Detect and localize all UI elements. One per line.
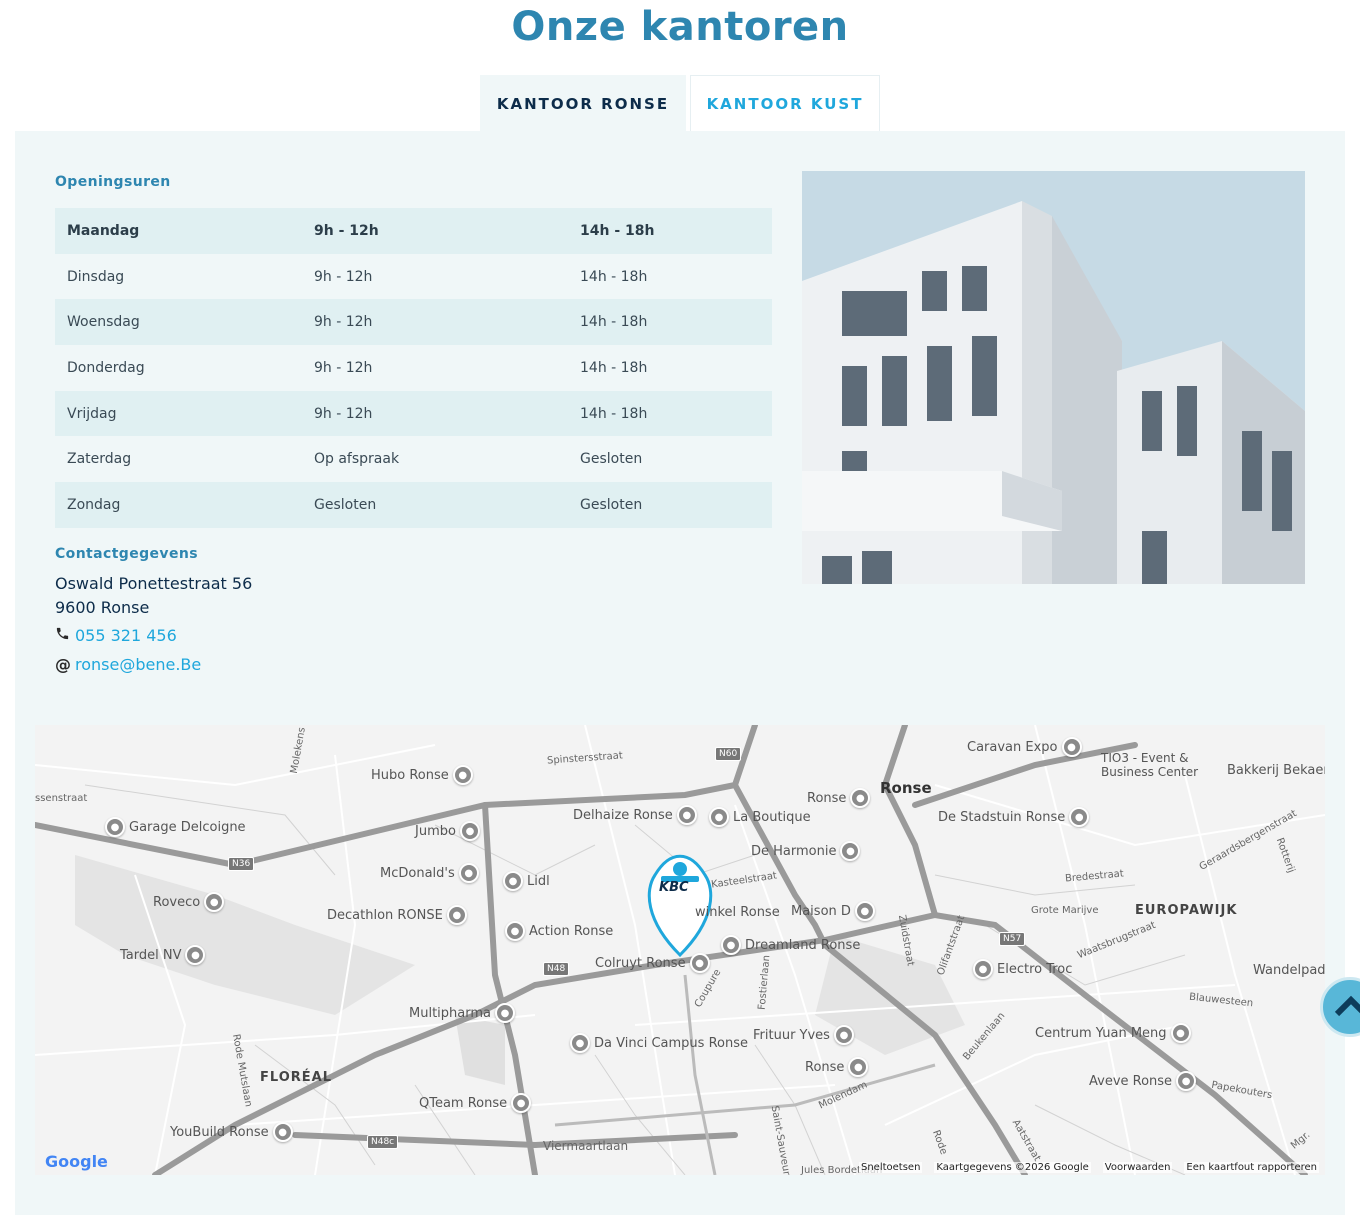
day-cell: Donderdag (67, 359, 145, 376)
email-line: @ ronse@bene.Be (55, 651, 252, 678)
map-report-error-link[interactable]: Een kaartfout rapporteren (1184, 1162, 1319, 1173)
map-poi[interactable]: Caravan Expo ● (967, 737, 1082, 757)
day-cell: Zaterdag (67, 451, 132, 468)
map-poi[interactable]: Ronse ● (805, 1057, 869, 1077)
map-poi[interactable]: Roveco ● (153, 892, 225, 912)
map-city-label: Ronse (880, 779, 932, 797)
page-title: Onze kantoren (511, 4, 849, 50)
day-cell: Vrijdag (67, 405, 117, 422)
map-poi[interactable]: ● La Boutique (709, 807, 811, 827)
address-street: Oswald Ponettestraat 56 (55, 574, 253, 593)
map-poi[interactable]: Ronse ● (807, 788, 871, 808)
afternoon-hours-cell: 14h - 18h (580, 222, 655, 239)
hours-row: Zondag Gesloten Gesloten (55, 482, 772, 528)
map-poi[interactable]: TIO3 - Event & Business Center (1101, 751, 1198, 779)
email-link[interactable]: ronse@bene.Be (75, 653, 201, 677)
chevron-up-icon (1334, 995, 1360, 1017)
hours-heading: Openingsuren (55, 174, 171, 190)
tab-kantoor-ronse[interactable]: KANTOOR RONSE (480, 75, 686, 132)
road-shield: N60 (715, 747, 742, 761)
address-city: 9600 Ronse (55, 598, 150, 617)
road-shield: N48c (367, 1135, 399, 1149)
map-poi[interactable]: YouBuild Ronse ● (170, 1122, 293, 1142)
map-poi[interactable]: ● Da Vinci Campus Ronse (570, 1033, 748, 1053)
map-poi[interactable]: ● Action Ronse (505, 921, 613, 941)
map-shortcuts-link[interactable]: Sneltoetsen (858, 1162, 923, 1173)
afternoon-hours-cell: Gesloten (580, 451, 643, 468)
contact-heading: Contactgegevens (55, 546, 198, 562)
morning-hours-cell: 9h - 12h (314, 222, 379, 239)
afternoon-hours-cell: 14h - 18h (580, 314, 648, 331)
morning-hours-cell: 9h - 12h (314, 268, 373, 285)
phone-line: 055 321 456 (55, 622, 252, 649)
hours-row: Vrijdag 9h - 12h 14h - 18h (55, 390, 772, 437)
map-data-attribution: Kaartgegevens ©2026 Google (934, 1162, 1091, 1173)
opening-hours-table: Maandag 9h - 12h 14h - 18h Dinsdag 9h - 12h 1… (55, 208, 772, 528)
afternoon-hours-cell: 14h - 18h (580, 268, 648, 285)
map-poi[interactable]: ● Garage Delcoigne (105, 817, 246, 837)
road-label: Grote Marijve (1031, 905, 1099, 916)
map-poi[interactable]: Centrum Yuan Meng ● (1035, 1023, 1191, 1043)
day-cell: Woensdag (67, 314, 140, 331)
map-poi[interactable]: Bakkerij Bekaer (1227, 763, 1325, 778)
day-cell: Zondag (67, 496, 121, 513)
map-poi[interactable]: Jumbo ● (415, 821, 480, 841)
afternoon-hours-cell: Gesloten (580, 496, 643, 513)
office-building-image (802, 171, 1305, 584)
road-label: ssenstraat (35, 793, 88, 804)
hours-row: Maandag 9h - 12h 14h - 18h (55, 208, 772, 254)
map-poi[interactable]: De Stadstuin Ronse ● (938, 807, 1090, 827)
map-area-europawijk: EUROPAWIJK (1135, 903, 1238, 918)
tab-kantoor-kust[interactable]: KANTOOR KUST (690, 75, 880, 132)
map-poi[interactable]: Delhaize Ronse ● (573, 805, 697, 825)
road-shield: N36 (228, 857, 255, 871)
map-poi[interactable]: Aveve Ronse ● (1089, 1071, 1197, 1091)
road-shield: N48 (543, 962, 570, 976)
map-poi[interactable]: Decathlon RONSE ● (327, 905, 467, 925)
phone-link[interactable]: 055 321 456 (75, 624, 177, 648)
map-poi[interactable]: McDonald's ● (380, 863, 479, 883)
afternoon-hours-cell: 14h - 18h (580, 405, 648, 422)
morning-hours-cell: 9h - 12h (314, 359, 373, 376)
google-logo: Google (45, 1152, 108, 1171)
office-map[interactable]: KBC Ronse EUROPAWIJK FLORÉAL Caravan Exp… (35, 725, 1325, 1175)
hours-row: Zaterdag Op afspraak Gesloten (55, 436, 772, 483)
contact-details: Oswald Ponettestraat 56 9600 Ronse 055 3… (55, 572, 252, 678)
office-panel: Openingsuren Maandag 9h - 12h 14h - 18h Din… (15, 131, 1345, 1215)
map-poi[interactable]: QTeam Ronse ● (419, 1093, 532, 1113)
hours-row: Woensdag 9h - 12h 14h - 18h (55, 299, 772, 346)
map-poi[interactable]: Maison D ● (791, 901, 875, 921)
map-poi[interactable]: De Harmonie ● (751, 841, 861, 861)
map-poi[interactable]: ● Lidl (503, 871, 550, 891)
at-icon: @ (55, 654, 71, 674)
map-poi[interactable]: ● Electro Troc (973, 959, 1072, 979)
road-shield: N57 (999, 932, 1026, 946)
map-poi[interactable]: Frituur Yves ● (753, 1025, 854, 1045)
kbc-map-marker[interactable] (645, 850, 715, 955)
afternoon-hours-cell: 14h - 18h (580, 359, 648, 376)
office-tabs: KANTOOR RONSE KANTOOR KUST (480, 75, 880, 132)
day-cell: Dinsdag (67, 268, 125, 285)
morning-hours-cell: Gesloten (314, 496, 377, 513)
hours-row: Donderdag 9h - 12h 14h - 18h (55, 345, 772, 391)
morning-hours-cell: 9h - 12h (314, 405, 373, 422)
map-area-floreal: FLORÉAL (260, 1070, 332, 1085)
map-poi[interactable]: winkel Ronse (695, 905, 780, 920)
map-terms-link[interactable]: Voorwaarden (1102, 1162, 1173, 1173)
hours-row: Dinsdag 9h - 12h 14h - 18h (55, 253, 772, 300)
map-poi[interactable]: Tardel NV ● (120, 945, 206, 965)
morning-hours-cell: 9h - 12h (314, 314, 373, 331)
map-footer: Sneltoetsen Kaartgegevens ©2026 Google V… (858, 1162, 1319, 1173)
map-poi[interactable]: Multipharma ● (409, 1003, 515, 1023)
day-cell: Maandag (67, 222, 140, 239)
map-poi[interactable]: Hubo Ronse ● (371, 765, 473, 785)
morning-hours-cell: Op afspraak (314, 451, 400, 468)
map-poi[interactable]: Colruyt Ronse ● (595, 953, 710, 973)
road-label: Viermaartlaan (543, 1139, 629, 1153)
map-poi[interactable]: ● Dreamland Ronse (721, 935, 860, 955)
map-poi[interactable]: Wandelpad (1253, 963, 1325, 978)
phone-icon (55, 624, 75, 648)
